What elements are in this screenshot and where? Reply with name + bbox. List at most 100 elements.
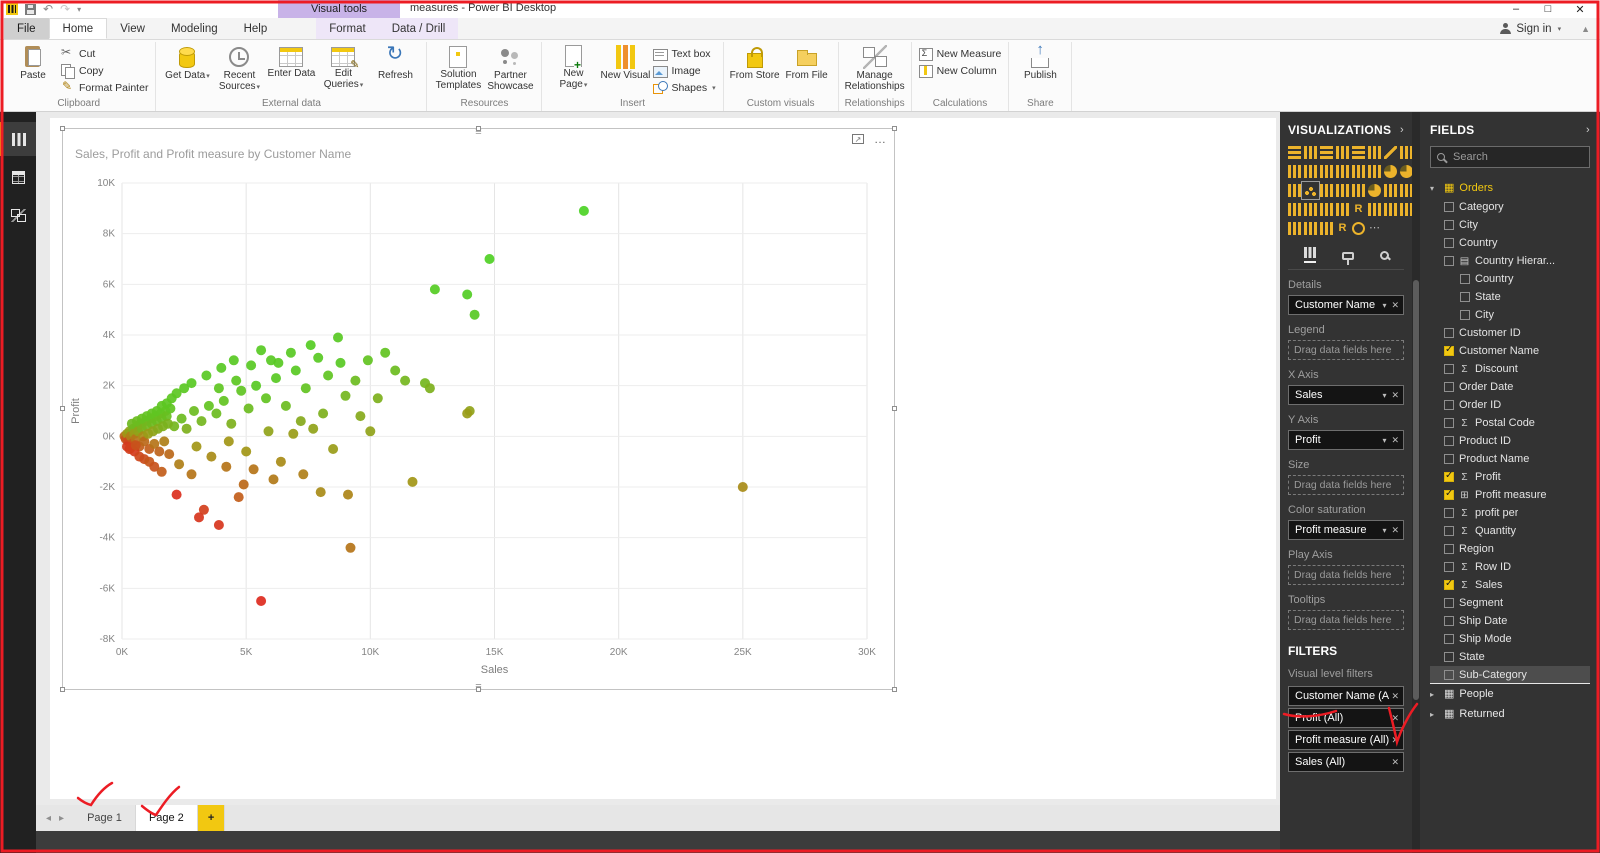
- slicer-icon[interactable]: [1304, 203, 1317, 216]
- field-checkbox[interactable]: [1444, 328, 1454, 338]
- field-checkbox[interactable]: [1444, 418, 1454, 428]
- field-checkbox[interactable]: [1444, 508, 1454, 518]
- cut-button[interactable]: Cut: [61, 47, 148, 61]
- field-item-ship-mode[interactable]: Ship Mode: [1430, 630, 1590, 648]
- line-chart-icon[interactable]: [1384, 146, 1397, 159]
- sign-in-button[interactable]: Sign in ▾: [1500, 18, 1571, 39]
- tab-view[interactable]: View: [107, 18, 158, 39]
- enter-data-button[interactable]: Enter Data: [265, 42, 317, 79]
- page-tab-2[interactable]: Page 2: [136, 805, 198, 831]
- field-checkbox-checked[interactable]: [1444, 580, 1454, 590]
- field-item-quantity[interactable]: ΣQuantity: [1430, 522, 1590, 540]
- field-item-product-name[interactable]: Product Name: [1430, 450, 1590, 468]
- panel-scrollbar[interactable]: [1412, 112, 1420, 853]
- field-item-ship-date[interactable]: Ship Date: [1430, 612, 1590, 630]
- field-checkbox-checked[interactable]: [1444, 346, 1454, 356]
- field-checkbox[interactable]: [1444, 400, 1454, 410]
- focus-mode-icon[interactable]: ↗: [852, 134, 864, 144]
- field-item-sub-category[interactable]: Sub-Category: [1430, 666, 1590, 684]
- gauge-icon[interactable]: [1368, 184, 1381, 197]
- table-icon[interactable]: [1320, 203, 1333, 216]
- field-item-category[interactable]: Category: [1430, 198, 1590, 216]
- well-placeholder-size[interactable]: Drag data fields here: [1288, 475, 1404, 495]
- recent-sources-button[interactable]: Recent Sources▾: [213, 42, 265, 92]
- field-pill-sales[interactable]: Sales▾✕: [1288, 385, 1404, 405]
- report-page[interactable]: ≡ ≡ ↗ … Sales, Profit and Profit measure…: [50, 118, 1276, 799]
- remove-field-icon[interactable]: ✕: [1391, 435, 1399, 446]
- field-item-city[interactable]: City: [1430, 216, 1590, 234]
- chevron-down-icon[interactable]: ▾: [1382, 391, 1386, 400]
- shapes-button[interactable]: Shapes▾: [653, 81, 715, 95]
- clustered-column-chart-icon[interactable]: [1336, 146, 1349, 159]
- next-page-icon[interactable]: ▸: [59, 813, 64, 824]
- field-checkbox[interactable]: [1444, 652, 1454, 662]
- field-item-country[interactable]: Country: [1430, 270, 1590, 288]
- more-options-icon[interactable]: …: [874, 132, 886, 146]
- new-measure-button[interactable]: New Measure: [919, 47, 1002, 61]
- arcgis-map-icon[interactable]: [1352, 222, 1365, 235]
- scatter-visual[interactable]: ≡ ≡ ↗ … Sales, Profit and Profit measure…: [62, 128, 895, 690]
- stacked-bar-chart-icon[interactable]: [1288, 146, 1301, 159]
- report-canvas[interactable]: ≡ ≡ ↗ … Sales, Profit and Profit measure…: [36, 112, 1280, 805]
- line-and-clustered-column-chart-icon[interactable]: [1320, 165, 1333, 178]
- selection-handle[interactable]: [476, 126, 481, 131]
- remove-field-icon[interactable]: ✕: [1391, 735, 1399, 746]
- field-checkbox-checked[interactable]: [1444, 490, 1454, 500]
- collapse-panel-icon[interactable]: ›: [1400, 124, 1404, 136]
- field-pill-profit-all[interactable]: Profit (All)✕: [1288, 708, 1404, 728]
- python-visual-icon[interactable]: [1368, 203, 1381, 216]
- field-pill-profit[interactable]: Profit▾✕: [1288, 430, 1404, 450]
- field-checkbox[interactable]: [1444, 382, 1454, 392]
- field-pill-profit-measure-all[interactable]: Profit measure (All)✕: [1288, 730, 1404, 750]
- field-pill-customer-name[interactable]: Customer Name▾✕: [1288, 295, 1404, 315]
- field-item-state[interactable]: State: [1430, 648, 1590, 666]
- image-button[interactable]: Image: [653, 64, 715, 78]
- undo-icon[interactable]: ↶: [43, 3, 53, 15]
- stacked-area-chart-icon[interactable]: [1288, 165, 1301, 178]
- collapse-panel-icon[interactable]: ›: [1586, 124, 1590, 136]
- tab-data-drill[interactable]: Data / Drill: [379, 18, 459, 39]
- expand-table-icon[interactable]: ▸: [1430, 710, 1439, 719]
- maximize-button[interactable]: □: [1532, 0, 1564, 18]
- selection-handle[interactable]: [60, 687, 65, 692]
- fields-pane-tab[interactable]: [1304, 247, 1316, 263]
- field-pill-profit-measure[interactable]: Profit measure▾✕: [1288, 520, 1404, 540]
- donut-chart-icon[interactable]: [1400, 165, 1412, 178]
- collapse-ribbon-icon[interactable]: ▲: [1571, 18, 1600, 39]
- ellipsis-icon[interactable]: ⋯: [1368, 222, 1381, 235]
- collapse-table-icon[interactable]: ▾: [1430, 184, 1439, 193]
- field-item-segment[interactable]: Segment: [1430, 594, 1590, 612]
- power-apps-icon[interactable]: [1304, 222, 1317, 235]
- field-checkbox[interactable]: [1460, 274, 1470, 284]
- selection-handle[interactable]: [892, 406, 897, 411]
- field-item-product-id[interactable]: Product ID: [1430, 432, 1590, 450]
- tab-format[interactable]: Format: [316, 18, 378, 39]
- field-item-profit-per[interactable]: Σprofit per: [1430, 504, 1590, 522]
- custom-visual-icon[interactable]: [1320, 222, 1333, 235]
- previous-page-icon[interactable]: ◂: [46, 813, 51, 824]
- selection-handle[interactable]: [892, 126, 897, 131]
- r-script-visual-icon[interactable]: R: [1352, 203, 1365, 216]
- format-pane-tab[interactable]: [1342, 247, 1354, 263]
- customize-toolbar-caret-icon[interactable]: ▾: [77, 5, 81, 14]
- q-and-a-icon[interactable]: [1400, 203, 1412, 216]
- field-checkbox[interactable]: [1460, 292, 1470, 302]
- field-pill-sales-all[interactable]: Sales (All)✕: [1288, 752, 1404, 772]
- map-icon[interactable]: [1320, 184, 1333, 197]
- publish-button[interactable]: Publish: [1014, 42, 1066, 81]
- field-item-profit[interactable]: ΣProfit: [1430, 468, 1590, 486]
- field-checkbox-checked[interactable]: [1444, 472, 1454, 482]
- field-item-profit-measure[interactable]: ⊞Profit measure: [1430, 486, 1590, 504]
- field-checkbox[interactable]: [1444, 544, 1454, 554]
- selection-handle[interactable]: [60, 126, 65, 131]
- scatter-chart-icon[interactable]: [1304, 184, 1317, 197]
- tab-home[interactable]: Home: [49, 18, 108, 39]
- field-checkbox[interactable]: [1444, 436, 1454, 446]
- remove-field-icon[interactable]: ✕: [1391, 713, 1399, 724]
- chevron-down-icon[interactable]: ▾: [1382, 526, 1386, 535]
- field-checkbox[interactable]: [1444, 256, 1454, 266]
- field-item-row-id[interactable]: ΣRow ID: [1430, 558, 1590, 576]
- field-checkbox[interactable]: [1444, 634, 1454, 644]
- save-icon[interactable]: [25, 4, 36, 15]
- get-data-button[interactable]: Get Data▾: [161, 42, 213, 81]
